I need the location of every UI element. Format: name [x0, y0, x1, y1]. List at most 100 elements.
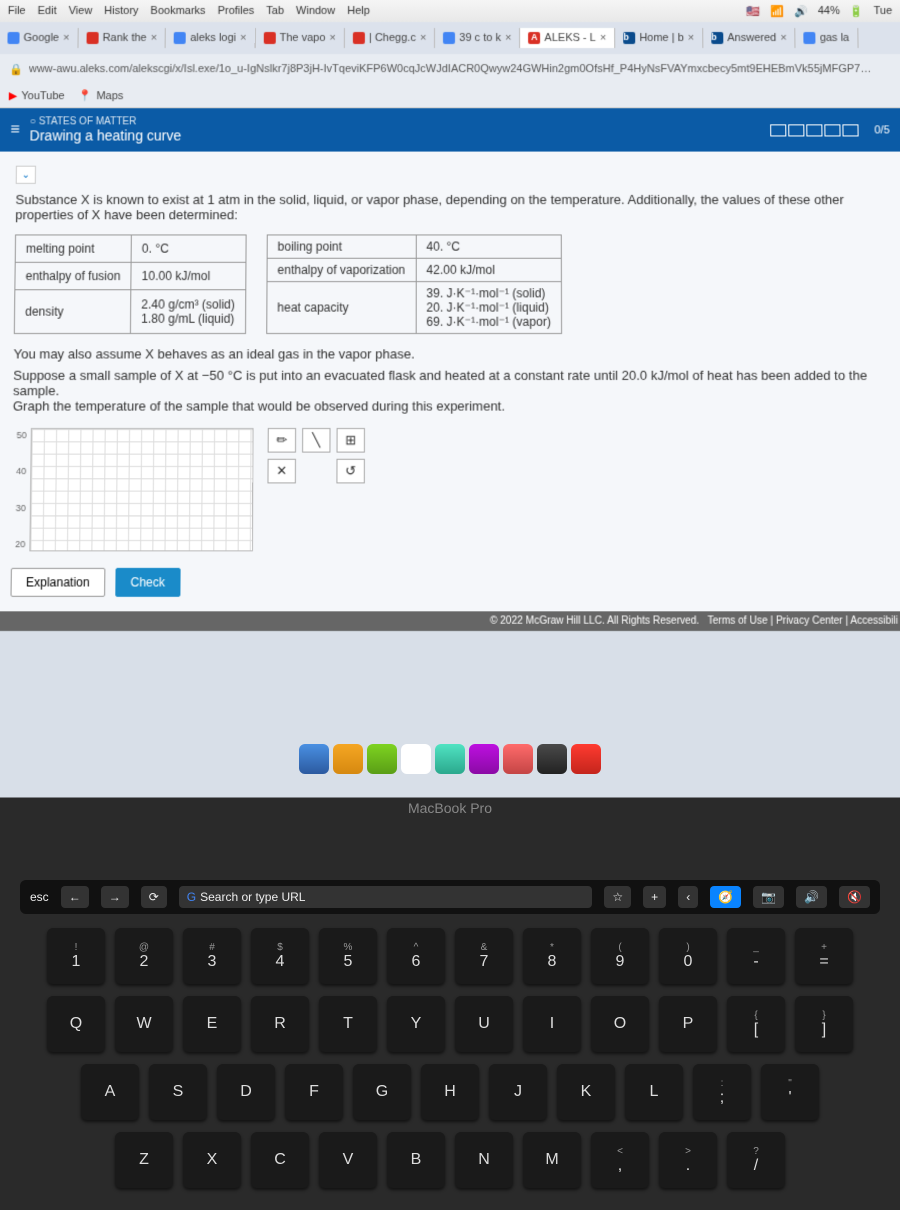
close-icon[interactable]: × [420, 32, 426, 44]
graph-canvas[interactable] [29, 428, 253, 551]
key[interactable]: H [421, 1064, 479, 1120]
dock-app-icon[interactable] [469, 744, 499, 774]
menu-edit[interactable]: Edit [38, 5, 57, 17]
back-icon[interactable]: ← [61, 886, 89, 908]
close-icon[interactable]: × [600, 32, 606, 44]
explanation-button[interactable]: Explanation [10, 568, 105, 597]
key[interactable]: P [659, 996, 717, 1052]
close-icon[interactable]: × [329, 32, 335, 44]
key[interactable]: (9 [591, 928, 649, 984]
key[interactable]: O [591, 996, 649, 1052]
key[interactable]: I [523, 996, 581, 1052]
url-bar[interactable]: 🔒 www-awu.aleks.com/alekscgi/x/Isl.exe/1… [0, 54, 900, 84]
chevron-left-icon[interactable]: ‹ [678, 886, 698, 908]
close-icon[interactable]: × [151, 32, 158, 44]
accessibility-link[interactable]: Accessibili [850, 615, 898, 626]
screenshot-icon[interactable]: 📷 [753, 886, 784, 908]
menu-help[interactable]: Help [347, 5, 370, 17]
forward-icon[interactable]: → [101, 886, 129, 908]
wifi-icon[interactable]: 📶 [770, 4, 784, 17]
dock-app-icon[interactable] [367, 744, 397, 774]
tab-aleks-login[interactable]: aleks logi× [166, 28, 256, 48]
key[interactable]: J [489, 1064, 547, 1120]
key[interactable]: "' [761, 1064, 819, 1120]
menu-window[interactable]: Window [296, 5, 335, 17]
hamburger-icon[interactable]: ≡ [10, 121, 20, 139]
key[interactable]: ?/ [727, 1132, 785, 1188]
tab-rank[interactable]: Rank the× [78, 28, 166, 48]
dock-app-icon[interactable] [537, 744, 567, 774]
menu-profiles[interactable]: Profiles [218, 5, 255, 17]
key[interactable]: D [217, 1064, 275, 1120]
menu-history[interactable]: History [104, 5, 138, 17]
key[interactable]: A [81, 1064, 139, 1120]
key[interactable]: Y [387, 996, 445, 1052]
key[interactable]: F [285, 1064, 343, 1120]
menu-view[interactable]: View [69, 5, 93, 17]
key[interactable]: Q [47, 996, 105, 1052]
key[interactable]: S [149, 1064, 207, 1120]
grid-tool-icon[interactable]: ⊞ [337, 428, 365, 453]
key[interactable]: K [557, 1064, 615, 1120]
key[interactable]: )0 [659, 928, 717, 984]
terms-link[interactable]: Terms of Use [708, 615, 768, 626]
tab-vapor[interactable]: The vapo× [255, 28, 344, 48]
privacy-link[interactable]: Privacy Center [776, 615, 843, 626]
key[interactable]: !1 [47, 928, 105, 984]
clear-icon[interactable]: ✕ [267, 459, 296, 484]
key[interactable]: L [625, 1064, 683, 1120]
key[interactable]: &7 [455, 928, 513, 984]
key[interactable]: {[ [727, 996, 785, 1052]
key[interactable]: R [251, 996, 309, 1052]
key[interactable]: U [455, 996, 513, 1052]
close-icon[interactable]: × [63, 32, 70, 44]
key[interactable]: T [319, 996, 377, 1052]
key[interactable]: G [353, 1064, 411, 1120]
star-icon[interactable]: ☆ [604, 886, 631, 908]
key[interactable]: X [183, 1132, 241, 1188]
close-icon[interactable]: × [240, 32, 247, 44]
dock-app-icon[interactable] [401, 744, 431, 774]
key[interactable]: $4 [251, 928, 309, 984]
tab-home-b[interactable]: bHome | b× [615, 28, 703, 48]
tab-39ctok[interactable]: 39 c to k× [435, 28, 520, 48]
dock-app-icon[interactable] [333, 744, 363, 774]
close-icon[interactable]: × [688, 32, 695, 44]
dock-app-icon[interactable] [571, 744, 601, 774]
key[interactable]: @2 [115, 928, 173, 984]
key[interactable]: W [115, 996, 173, 1052]
esc-key[interactable]: esc [30, 890, 49, 904]
volume-icon[interactable]: 🔊 [794, 4, 808, 17]
menu-tab[interactable]: Tab [266, 5, 284, 17]
tab-google[interactable]: Google× [0, 28, 79, 48]
key[interactable]: <, [591, 1132, 649, 1188]
bookmark-youtube[interactable]: ▶YouTube [9, 89, 65, 102]
key[interactable]: >. [659, 1132, 717, 1188]
key[interactable]: #3 [183, 928, 241, 984]
key[interactable]: += [795, 928, 853, 984]
key[interactable]: ^6 [387, 928, 445, 984]
key[interactable]: E [183, 996, 241, 1052]
new-tab-icon[interactable]: + [643, 886, 666, 908]
key[interactable]: C [251, 1132, 309, 1188]
tab-chegg[interactable]: | Chegg.c× [345, 28, 435, 48]
key[interactable]: Z [115, 1132, 173, 1188]
tab-gas[interactable]: gas la [796, 28, 859, 48]
menu-bookmarks[interactable]: Bookmarks [150, 5, 205, 17]
chevron-down-icon[interactable]: ⌄ [16, 166, 36, 184]
dock-app-icon[interactable] [503, 744, 533, 774]
dock-app-icon[interactable] [299, 744, 329, 774]
tab-answered[interactable]: bAnswered× [703, 28, 796, 48]
refresh-icon[interactable]: ⟳ [141, 886, 167, 908]
key[interactable]: }] [795, 996, 853, 1052]
bookmark-maps[interactable]: 📍Maps [79, 89, 124, 102]
key[interactable]: B [387, 1132, 445, 1188]
key[interactable]: _- [727, 928, 785, 984]
line-tool-icon[interactable]: ╲ [302, 428, 330, 453]
volume-icon[interactable]: 🔊 [796, 886, 827, 908]
dock-app-icon[interactable] [435, 744, 465, 774]
key[interactable]: *8 [523, 928, 581, 984]
close-icon[interactable]: × [780, 32, 787, 44]
tab-aleks-active[interactable]: AALEKS - L× [520, 28, 615, 48]
key[interactable]: N [455, 1132, 513, 1188]
